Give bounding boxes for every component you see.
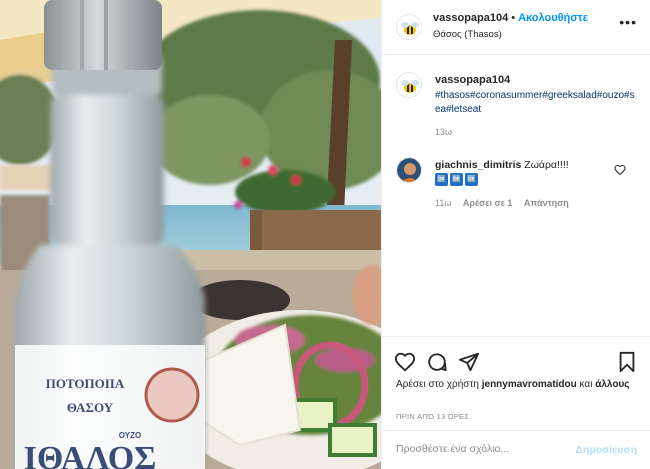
liked-by-prefix: Αρέσει στο χρήστη	[396, 379, 479, 390]
comment-username[interactable]: giachnis_dimitris	[435, 159, 521, 171]
liked-by-text: Αρέσει στο χρήστη jennymavromatidou και …	[396, 378, 636, 392]
bottle-label-line4: ΙΘΑΛΟΣ	[24, 440, 157, 469]
location-link[interactable]: Θάσος (Thasos)	[433, 29, 502, 40]
post-header: vassopapa104 • Ακολουθήστε Θάσος (Thasos) …	[382, 0, 650, 55]
bookmark-icon[interactable]	[616, 351, 638, 373]
bee-avatar-icon	[397, 73, 421, 97]
photo-scene: ΠΟΤΟΠΟΙΙΑ ΘΑΣΟΥ ΟΥΖΟ ΙΘΑΛΟΣ	[0, 0, 381, 469]
avatar[interactable]	[396, 72, 422, 98]
comment-emoji-row: 🆗 🆗 🆗	[435, 173, 478, 186]
add-comment-bar: Δημοσίευση	[382, 430, 650, 469]
post-author: vassopapa104 • Ακολουθήστε	[433, 12, 588, 24]
username-link[interactable]: vassopapa104	[433, 12, 508, 24]
post-photo[interactable]: ΠΟΤΟΠΟΙΙΑ ΘΑΣΟΥ ΟΥΖΟ ΙΘΑΛΟΣ	[0, 0, 381, 469]
heart-icon[interactable]	[614, 164, 626, 176]
post-side-panel: vassopapa104 • Ακολουθήστε Θάσος (Thasos) …	[381, 0, 650, 469]
more-horizontal-icon[interactable]: •••	[619, 15, 637, 29]
ok-emoji-icon: 🆗	[435, 173, 448, 186]
separator-dot: •	[511, 12, 516, 24]
liked-by-user[interactable]: jennymavromatidou	[482, 379, 577, 390]
caption-time: 13ω	[435, 127, 453, 137]
like-heart-icon[interactable]	[394, 351, 416, 373]
ok-emoji-icon: 🆗	[465, 173, 478, 186]
bottle-label-line2: ΘΑΣΟΥ	[67, 400, 114, 415]
reply-button[interactable]: Απάντηση	[524, 198, 569, 208]
caption-username[interactable]: vassopapa104	[435, 74, 510, 86]
bottle-label-line3: ΟΥΖΟ	[119, 431, 141, 440]
follow-button[interactable]: Ακολουθήστε	[518, 12, 588, 24]
ok-emoji-icon: 🆗	[450, 173, 463, 186]
liked-by-conj: και	[579, 379, 593, 390]
comment-likes[interactable]: Αρέσει σε 1	[463, 198, 513, 208]
avatar[interactable]	[396, 157, 422, 183]
bottle-label-line1: ΠΟΤΟΠΟΙΙΑ	[46, 376, 125, 391]
comment-meta: 11ω Αρέσει σε 1 Απάντηση	[435, 198, 578, 208]
post-comment-button[interactable]: Δημοσίευση	[575, 444, 637, 456]
avatar[interactable]	[396, 14, 422, 40]
caption-hashtags[interactable]: #thasos#coronasummer#greeksalad#ouzo#sea…	[435, 89, 635, 117]
comment-text: Ζωάρα!!!!	[524, 159, 569, 171]
share-send-icon[interactable]	[458, 351, 480, 373]
bee-avatar-icon	[397, 15, 421, 39]
comment-input[interactable]	[396, 443, 566, 455]
liked-by-others[interactable]: άλλους	[595, 379, 629, 390]
comment-bubble-icon[interactable]	[426, 351, 448, 373]
user-photo-icon	[397, 158, 421, 182]
comment-time: 11ω	[435, 198, 452, 208]
comment-body: giachnis_dimitris Ζωάρα!!!!	[435, 159, 569, 171]
posted-time[interactable]: ΠΡΙΝ ΑΠΌ 13 ΏΡΕΣ	[396, 412, 469, 421]
